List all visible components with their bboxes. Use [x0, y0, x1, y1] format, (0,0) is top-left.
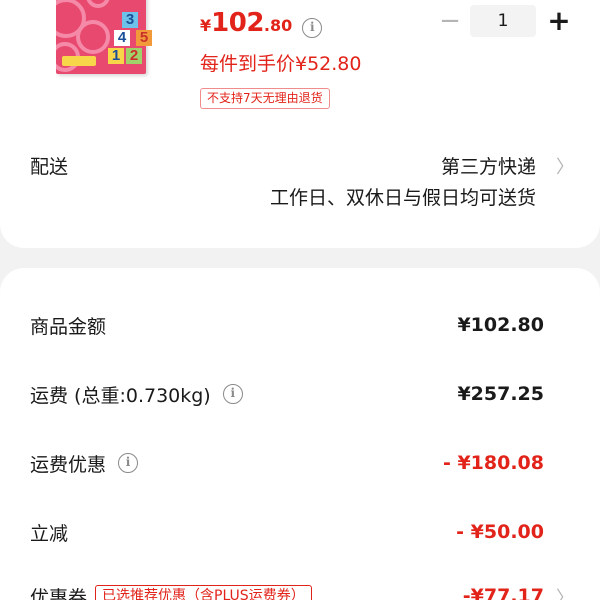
quantity-plus-button[interactable]: + — [544, 6, 574, 36]
shipping-fee-row: 运费 (总重:0.730kg) i ¥257.25 — [30, 379, 544, 409]
coupon-value: -¥77.17 — [462, 585, 544, 600]
coupon-label: 优惠券 — [30, 586, 88, 600]
goods-amount-label: 商品金额 — [30, 315, 107, 338]
quantity-minus-button[interactable]: − — [436, 6, 464, 36]
shipping-info-icon[interactable]: i — [222, 384, 243, 404]
shipping-discount-row: 运费优惠 i - ¥180.08 — [30, 448, 544, 478]
instant-discount-value: - ¥50.00 — [456, 521, 544, 543]
goods-amount-row: 商品金额 ¥102.80 — [30, 310, 544, 340]
product-price: ¥ 102 .80 i — [200, 8, 323, 38]
coupon-row[interactable]: 优惠券 已选推荐优惠（含PLUS运费券） -¥77.17 — [30, 581, 544, 600]
price-info-icon[interactable]: i — [302, 18, 323, 38]
shipping-discount-info-icon[interactable]: i — [118, 453, 139, 473]
thumbnail-cube: 4 — [114, 30, 130, 46]
shipping-fee-label: 运费 (总重:0.730kg) — [30, 384, 211, 407]
shipping-discount-label-group: 运费优惠 i — [30, 448, 139, 478]
coupon-selected-badge[interactable]: 已选推荐优惠（含PLUS运费券） — [95, 585, 312, 600]
price-currency-symbol: ¥ — [200, 16, 212, 35]
chevron-right-icon[interactable]: 〉 — [556, 153, 574, 179]
coupon-label-group: 优惠券 已选推荐优惠（含PLUS运费券） — [30, 581, 312, 600]
goods-amount-value: ¥102.80 — [457, 314, 544, 336]
return-policy-badge: 不支持7天无理由退货 — [200, 88, 330, 109]
thumbnail-cube: 5 — [136, 30, 152, 46]
product-thumbnail[interactable]: 3 4 5 1 2 — [50, 0, 158, 82]
shipping-discount-value: - ¥180.08 — [442, 452, 544, 474]
shipping-fee-value: ¥257.25 — [457, 383, 544, 405]
order-summary-card: 商品金额 ¥102.80 运费 (总重:0.730kg) i ¥257.25 运… — [0, 268, 600, 600]
shipping-discount-label: 运费优惠 — [30, 453, 107, 476]
instant-discount-label: 立减 — [30, 522, 69, 545]
instant-discount-row: 立减 - ¥50.00 — [30, 517, 544, 547]
thumbnail-cube: 1 — [108, 48, 124, 64]
thumbnail-cube: 3 — [122, 12, 138, 28]
thumbnail-cube: 2 — [126, 48, 142, 64]
price-integer: 102 — [211, 8, 264, 38]
net-price-per-item: 每件到手价¥52.80 — [200, 53, 362, 75]
delivery-label: 配送 — [30, 156, 69, 178]
product-card: 3 4 5 1 2 ¥ 102 .80 i − 1 + 每件到手价¥52.80 … — [0, 0, 600, 248]
delivery-method[interactable]: 第三方快递 — [441, 152, 536, 179]
chevron-right-icon[interactable]: 〉 — [556, 584, 574, 600]
price-decimal: .80 — [263, 16, 293, 35]
quantity-stepper: − 1 + — [436, 4, 574, 38]
delivery-note: 工作日、双休日与假日均可送货 — [269, 187, 536, 209]
quantity-input[interactable]: 1 — [470, 5, 536, 37]
shipping-fee-label-group: 运费 (总重:0.730kg) i — [30, 379, 243, 409]
